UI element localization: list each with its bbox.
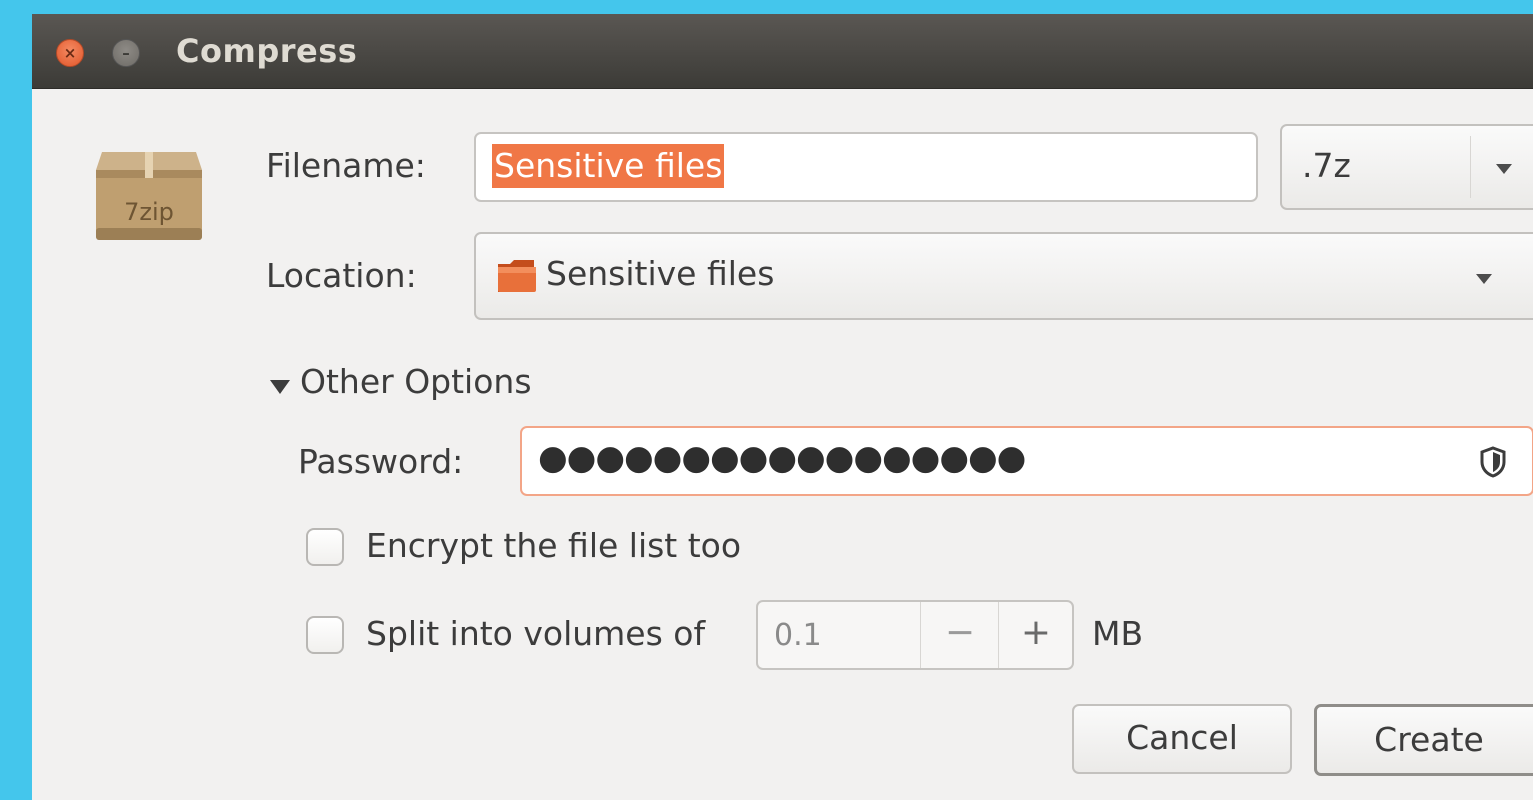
minimize-button[interactable]: – <box>112 39 140 67</box>
filename-input[interactable]: Sensitive files <box>474 132 1258 202</box>
archive-package-icon: 7zip <box>92 142 206 242</box>
cancel-button[interactable]: Cancel <box>1072 704 1292 774</box>
password-value: ●●●●●●●●●●●●●●●●● <box>538 438 1026 478</box>
titlebar: × – Compress <box>32 14 1533 89</box>
split-unit-label: MB <box>1092 614 1144 653</box>
password-input[interactable]: ●●●●●●●●●●●●●●●●● <box>520 426 1533 496</box>
window-title: Compress <box>176 32 358 70</box>
location-label: Location: <box>266 256 417 295</box>
shield-icon <box>1480 446 1506 478</box>
expander-triangle-icon <box>270 380 290 394</box>
spin-separator <box>998 602 999 668</box>
split-volumes-label: Split into volumes of <box>366 614 706 653</box>
split-size-spinbutton[interactable]: 0.1 − + <box>756 600 1074 670</box>
password-label: Password: <box>298 442 464 481</box>
encrypt-file-list-checkbox[interactable] <box>306 528 344 566</box>
create-button[interactable]: Create <box>1314 704 1533 776</box>
filename-selected-text: Sensitive files <box>492 144 725 188</box>
spin-separator <box>920 602 921 668</box>
folder-icon <box>498 260 536 292</box>
extension-dropdown[interactable]: .7z <box>1280 124 1533 210</box>
extension-value: .7z <box>1302 146 1351 185</box>
decrement-button[interactable]: − <box>922 602 998 668</box>
chevron-down-icon <box>1476 274 1492 284</box>
split-volumes-checkbox[interactable] <box>306 616 344 654</box>
location-value: Sensitive files <box>546 254 775 293</box>
other-options-label: Other Options <box>300 362 532 401</box>
close-button[interactable]: × <box>56 39 84 67</box>
location-dropdown[interactable]: Sensitive files <box>474 232 1533 320</box>
encrypt-file-list-label: Encrypt the file list too <box>366 526 742 565</box>
split-size-value: 0.1 <box>774 618 822 653</box>
package-label: 7zip <box>124 198 174 226</box>
dropdown-separator <box>1470 136 1471 198</box>
filename-label: Filename: <box>266 146 426 185</box>
compress-dialog: × – Compress 7zip Filename: Sensitive fi… <box>32 14 1533 800</box>
increment-button[interactable]: + <box>1000 602 1072 668</box>
chevron-down-icon <box>1496 164 1512 174</box>
